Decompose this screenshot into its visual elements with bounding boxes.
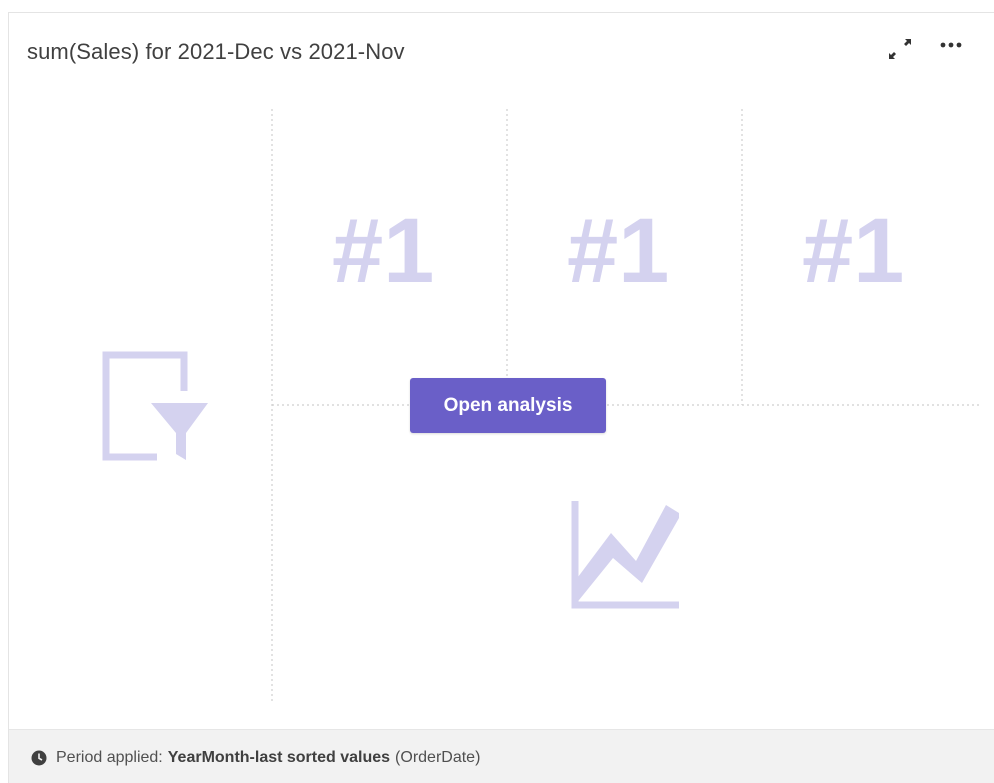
period-value: YearMonth-last sorted values [167, 749, 391, 766]
open-analysis-button[interactable]: Open analysis [410, 378, 606, 433]
period-label: Period applied: [56, 749, 163, 766]
filter-funnel-shape [151, 403, 208, 460]
rank-label-2: #1 [567, 200, 670, 302]
insight-placeholder [102, 109, 981, 703]
clock-icon [31, 750, 47, 766]
period-info: Period applied: YearMonth-last sorted va… [31, 749, 480, 767]
rank-label-3: #1 [802, 200, 905, 302]
period-field: (OrderDate) [395, 749, 481, 766]
card-footer: Period applied: YearMonth-last sorted va… [9, 729, 994, 783]
line-chart-icon [571, 501, 679, 609]
rank-label-1: #1 [332, 200, 435, 302]
insight-card: sum(Sales) for 2021-Dec vs 2021-Nov #1 #… [8, 12, 994, 783]
